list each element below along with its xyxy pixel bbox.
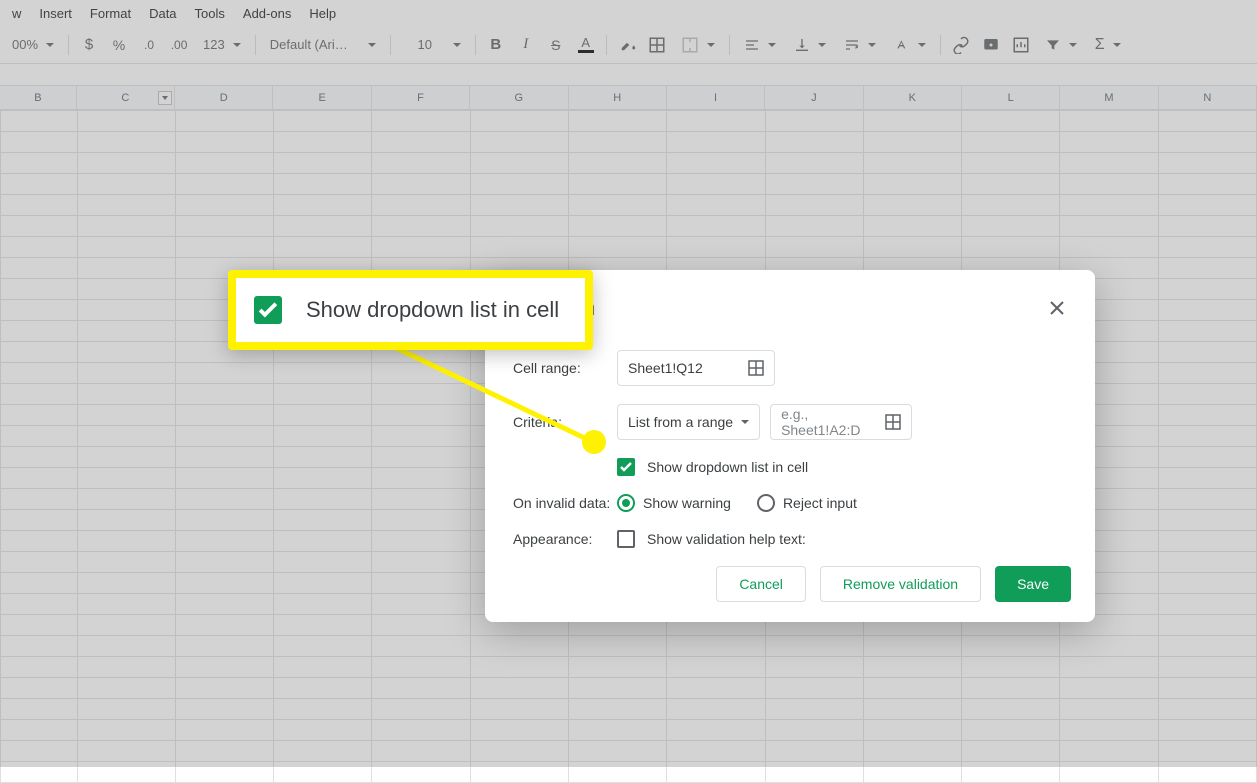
callout-text: Show dropdown list in cell (306, 297, 559, 323)
insert-chart-button[interactable] (1007, 31, 1035, 59)
chevron-down-icon (741, 420, 749, 424)
col-header-n[interactable]: N (1159, 86, 1257, 109)
help-text-label: Show validation help text: (647, 531, 806, 547)
italic-button[interactable]: I (512, 31, 540, 59)
column-headers: B C D E F G H I J K L M N (0, 86, 1257, 110)
cell-range-label: Cell range: (513, 360, 617, 376)
insert-comment-button[interactable] (977, 31, 1005, 59)
grid-select-icon[interactable] (885, 414, 901, 430)
chevron-down-icon (368, 43, 376, 47)
remove-validation-button[interactable]: Remove validation (820, 566, 981, 602)
chevron-down-icon (453, 43, 461, 47)
chevron-down-icon (1113, 43, 1121, 47)
chevron-down-icon (918, 43, 926, 47)
more-formats-dropdown[interactable]: 123 (195, 31, 249, 59)
checkbox-checked-icon (254, 296, 282, 324)
col-header-e[interactable]: E (273, 86, 371, 109)
col-header-j[interactable]: J (765, 86, 863, 109)
separator (940, 35, 941, 55)
menu-bar: w Insert Format Data Tools Add-ons Help (0, 0, 1257, 26)
horizontal-align-dropdown[interactable] (736, 31, 784, 59)
increase-decimal-button[interactable]: .00 (165, 31, 193, 59)
chevron-down-icon (818, 43, 826, 47)
radio-unselected-icon (757, 494, 775, 512)
font-size-dropdown[interactable]: 10 (397, 31, 469, 59)
radio-selected-icon (617, 494, 635, 512)
col-header-h[interactable]: H (569, 86, 667, 109)
show-dropdown-label: Show dropdown list in cell (647, 459, 808, 475)
text-rotation-dropdown[interactable] (886, 31, 934, 59)
col-header-d[interactable]: D (175, 86, 273, 109)
zoom-value: 00% (12, 37, 38, 52)
separator (390, 35, 391, 55)
grid-select-icon[interactable] (748, 360, 764, 376)
chevron-down-icon (233, 43, 241, 47)
col-header-i[interactable]: I (667, 86, 765, 109)
separator (255, 35, 256, 55)
percent-button[interactable]: % (105, 31, 133, 59)
radio-show-warning[interactable]: Show warning (617, 494, 731, 512)
radio-reject-input[interactable]: Reject input (757, 494, 857, 512)
strikethrough-button[interactable]: S (542, 31, 570, 59)
col-header-c[interactable]: C (77, 86, 175, 109)
callout-dot (582, 430, 606, 454)
decrease-decimal-button[interactable]: .0 (135, 31, 163, 59)
separator (729, 35, 730, 55)
merge-cells-dropdown[interactable] (673, 31, 723, 59)
filter-dropdown[interactable] (1037, 31, 1085, 59)
insert-link-button[interactable] (947, 31, 975, 59)
checkbox-unchecked-icon (617, 530, 635, 548)
functions-dropdown[interactable]: Σ (1087, 31, 1129, 59)
help-text-checkbox-row[interactable]: Show validation help text: (617, 530, 806, 548)
fill-color-button[interactable] (613, 31, 641, 59)
borders-button[interactable] (643, 31, 671, 59)
filter-indicator-icon[interactable] (158, 91, 172, 105)
menu-item-view[interactable]: w (4, 2, 29, 25)
save-button[interactable]: Save (995, 566, 1071, 602)
menu-item-insert[interactable]: Insert (31, 2, 80, 25)
currency-button[interactable]: $ (75, 31, 103, 59)
chevron-down-icon (707, 43, 715, 47)
menu-item-addons[interactable]: Add-ons (235, 2, 299, 25)
cancel-button[interactable]: Cancel (716, 566, 806, 602)
chevron-down-icon (768, 43, 776, 47)
text-wrap-dropdown[interactable] (836, 31, 884, 59)
show-dropdown-checkbox-row[interactable]: Show dropdown list in cell (617, 458, 808, 476)
separator (68, 35, 69, 55)
chevron-down-icon (868, 43, 876, 47)
vertical-align-dropdown[interactable] (786, 31, 834, 59)
callout-annotation: Show dropdown list in cell (228, 270, 593, 350)
appearance-label: Appearance: (513, 531, 617, 547)
zoom-dropdown[interactable]: 00% (4, 31, 62, 59)
chevron-down-icon (46, 43, 54, 47)
col-header-b[interactable]: B (0, 86, 77, 109)
col-header-k[interactable]: K (864, 86, 962, 109)
text-color-button[interactable]: A (572, 31, 600, 59)
menu-item-tools[interactable]: Tools (187, 2, 233, 25)
close-button[interactable] (1043, 294, 1071, 322)
bold-button[interactable]: B (482, 31, 510, 59)
col-header-f[interactable]: F (372, 86, 470, 109)
criteria-label: Criteria: (513, 414, 617, 430)
col-header-m[interactable]: M (1060, 86, 1158, 109)
separator (606, 35, 607, 55)
menu-item-help[interactable]: Help (301, 2, 344, 25)
chevron-down-icon (1069, 43, 1077, 47)
criteria-dropdown[interactable]: List from a range (617, 404, 760, 440)
cell-range-input[interactable]: Sheet1!Q12 (617, 350, 775, 386)
col-header-g[interactable]: G (470, 86, 568, 109)
on-invalid-label: On invalid data: (513, 495, 617, 511)
criteria-range-input[interactable]: e.g., Sheet1!A2:D (770, 404, 912, 440)
close-icon (1050, 301, 1064, 315)
menu-item-format[interactable]: Format (82, 2, 139, 25)
checkbox-checked-icon (617, 458, 635, 476)
font-family-dropdown[interactable]: Default (Ari… (262, 31, 384, 59)
separator (475, 35, 476, 55)
toolbar: 00% $ % .0 .00 123 Default (Ari… 10 B I … (0, 26, 1257, 64)
menu-item-data[interactable]: Data (141, 2, 184, 25)
col-header-l[interactable]: L (962, 86, 1060, 109)
